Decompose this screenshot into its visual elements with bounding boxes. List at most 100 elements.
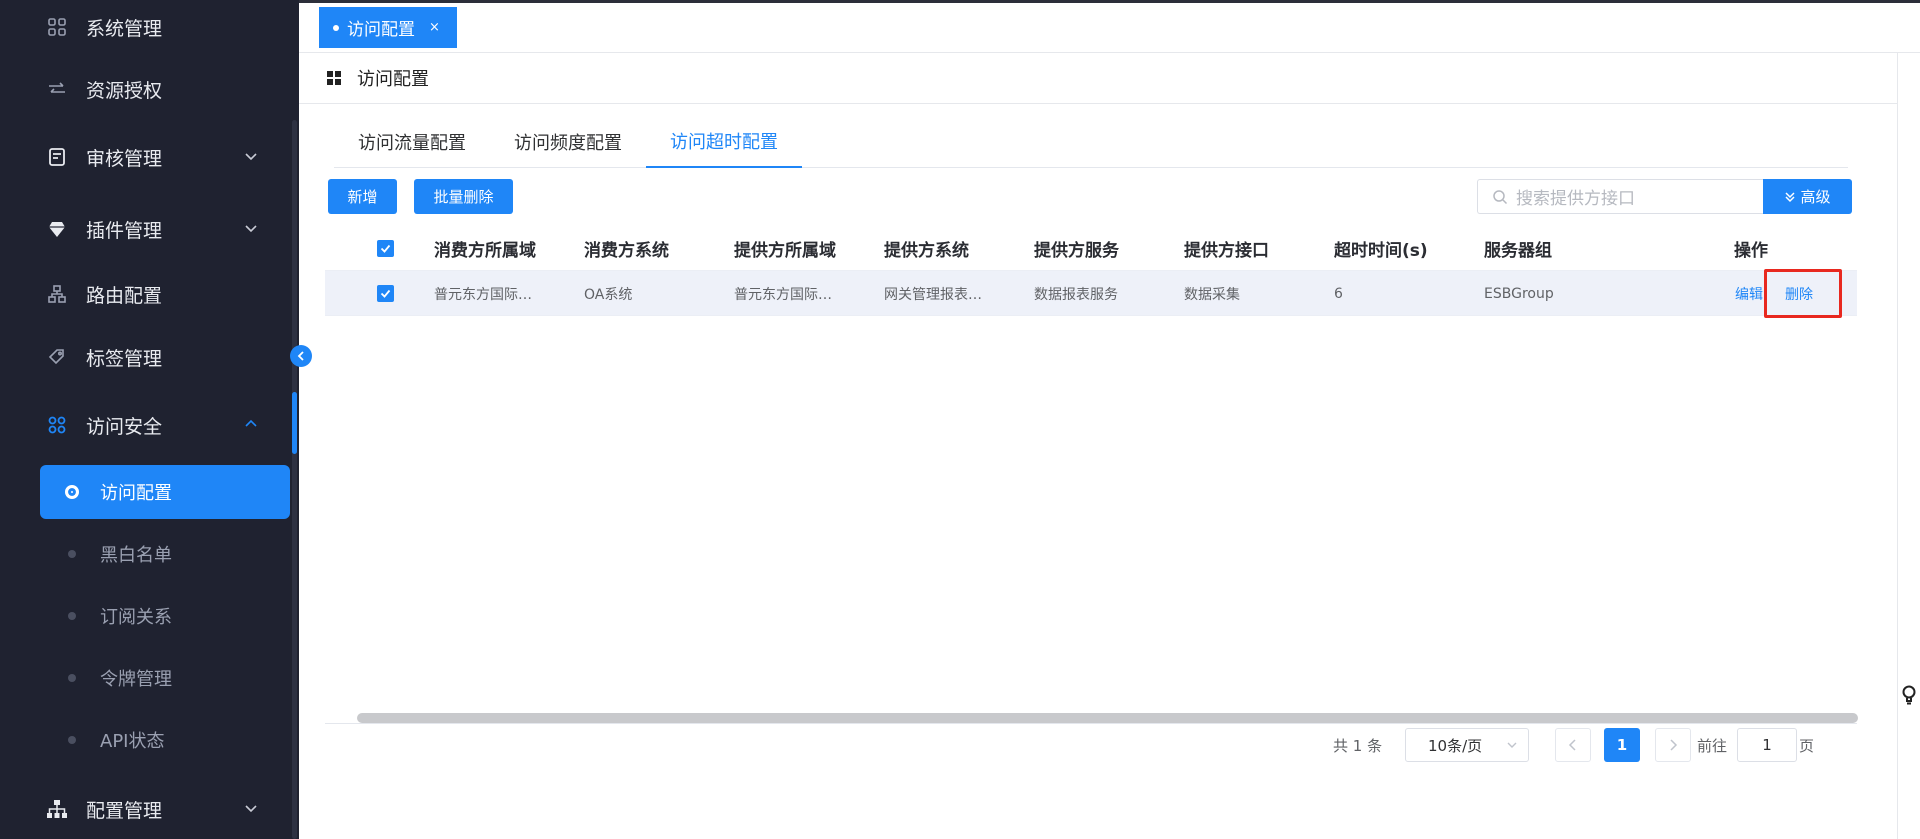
row-checkbox[interactable] [377, 271, 394, 316]
batch-delete-button[interactable]: 批量删除 [414, 179, 513, 214]
sidebar-subitem-subscription[interactable]: 订阅关系 [40, 589, 290, 643]
table-header: 消费方所属域 消费方系统 提供方所属域 提供方系统 提供方服务 提供方接口 超时… [325, 226, 1857, 271]
sidebar-subitem-token[interactable]: 令牌管理 [40, 651, 290, 705]
search-placeholder: 搜索提供方接口 [1516, 189, 1635, 209]
check-icon [380, 244, 391, 253]
table-cell: 网关管理报表… [884, 286, 982, 303]
collapse-sidebar-button[interactable] [290, 345, 312, 367]
sidebar-item-label: 访问安全 [86, 415, 163, 438]
open-tabs-bar: 访问配置 × [299, 3, 1920, 53]
sidebar-item-access-security[interactable]: 访问安全 [0, 396, 292, 454]
chevron-down-icon [1507, 742, 1517, 748]
column-header: 提供方接口 [1184, 241, 1269, 261]
edit-link[interactable]: 编辑 [1735, 271, 1763, 316]
table-cell: 6 [1334, 285, 1343, 302]
column-header: 提供方服务 [1034, 241, 1119, 261]
grid-icon [46, 16, 68, 38]
checkbox[interactable] [377, 240, 394, 257]
goto-page-input[interactable]: 1 [1737, 728, 1797, 762]
goto-label: 前往 [1697, 736, 1728, 755]
scrollbar-thumb[interactable] [292, 392, 297, 454]
double-chevron-down-icon [1785, 191, 1796, 202]
table-cell: ESBGroup [1484, 285, 1554, 302]
table-row[interactable]: 普元东方国际… OA系统 普元东方国际… 网关管理报表… 数据报表服务 数据采集… [325, 271, 1857, 316]
network-icon [46, 283, 68, 305]
check-icon [380, 289, 391, 298]
prev-page-button[interactable] [1555, 728, 1591, 762]
select-all-checkbox[interactable] [377, 226, 394, 271]
sidebar-subitem-label: 访问配置 [100, 483, 172, 504]
table-cell: OA系统 [584, 286, 633, 303]
checkbox[interactable] [377, 285, 394, 302]
tab-frequency-config[interactable]: 访问频度配置 [490, 116, 646, 168]
column-header: 消费方系统 [584, 241, 669, 261]
tab-traffic-config[interactable]: 访问流量配置 [334, 116, 490, 168]
sidebar-item-plugin[interactable]: 插件管理 [0, 200, 292, 258]
tree-icon [46, 798, 68, 820]
sidebar-subitem-label: 令牌管理 [100, 669, 172, 690]
sidebar-subitem-label: 订阅关系 [100, 607, 172, 628]
tab-timeout-config[interactable]: 访问超时配置 [646, 116, 802, 168]
sidebar-item-audit[interactable]: 审核管理 [0, 128, 292, 186]
open-tab-label: 访问配置 [347, 20, 415, 40]
search-input[interactable]: 搜索提供方接口 [1477, 179, 1763, 214]
bullet-icon [68, 736, 76, 744]
chevron-down-icon [245, 805, 257, 813]
column-header: 操作 [1734, 241, 1768, 261]
horizontal-scrollbar[interactable] [357, 713, 1858, 723]
page-header: 访问配置 [299, 53, 1897, 104]
table-cell: 数据报表服务 [1034, 286, 1118, 303]
arrows-icon [46, 78, 68, 100]
sidebar-item-label: 资源授权 [86, 79, 163, 102]
page-number-current[interactable]: 1 [1604, 728, 1640, 762]
sidebar-subitem-blackwhite-list[interactable]: 黑白名单 [40, 527, 290, 581]
chevron-left-icon [1568, 739, 1576, 751]
open-tab-access-config[interactable]: 访问配置 × [319, 7, 457, 48]
bullet-icon [68, 674, 76, 682]
edit-link-label[interactable]: 编辑 [1735, 284, 1763, 304]
close-icon[interactable]: × [429, 20, 440, 35]
page-size-select[interactable]: 10条/页 [1405, 728, 1529, 762]
column-header: 消费方所属域 [434, 241, 536, 261]
next-page-button[interactable] [1655, 728, 1691, 762]
sidebar-item-config[interactable]: 配置管理 [0, 780, 292, 838]
advanced-search-button[interactable]: 高级 [1763, 179, 1852, 214]
column-header: 提供方所属域 [734, 241, 836, 261]
sidebar-scrollbar[interactable] [292, 120, 297, 839]
sidebar-item-system[interactable]: 系统管理 [0, 0, 292, 56]
sidebar-subitem-access-config[interactable]: 访问配置 [40, 465, 290, 519]
sidebar-subitem-label: 黑白名单 [100, 545, 172, 566]
bullet-icon [68, 612, 76, 620]
pagination-total: 共 1 条 [1333, 736, 1383, 755]
lightbulb-icon[interactable] [1900, 684, 1918, 706]
page-title: 访问配置 [357, 69, 429, 90]
highlight-annotation [1764, 269, 1842, 318]
sidebar-item-tags[interactable]: 标签管理 [0, 328, 292, 386]
chevron-left-icon [297, 351, 304, 361]
sidebar-item-routing[interactable]: 路由配置 [0, 265, 292, 323]
chevron-right-icon [1670, 739, 1678, 751]
sidebar-item-label: 标签管理 [86, 347, 163, 370]
add-button[interactable]: 新增 [328, 179, 397, 214]
bullet-icon [68, 550, 76, 558]
sidebar: 系统管理 资源授权 审核管理 插件管理 路由配置 标签管理 访问安全 访问配置 … [0, 0, 299, 839]
sidebar-item-label: 系统管理 [86, 17, 163, 40]
sidebar-subitem-api-status[interactable]: API状态 [40, 713, 290, 767]
divider [325, 723, 1857, 724]
sidebar-item-resource-auth[interactable]: 资源授权 [0, 60, 292, 118]
apps-icon [46, 414, 68, 436]
sidebar-item-label: 配置管理 [86, 799, 163, 822]
sidebar-item-label: 路由配置 [86, 284, 163, 307]
chevron-down-icon [245, 153, 257, 161]
column-header: 提供方系统 [884, 241, 969, 261]
advanced-label: 高级 [1800, 188, 1831, 206]
table-cell: 普元东方国际… [434, 286, 532, 303]
chevron-down-icon [245, 225, 257, 233]
page-size-value: 10条/页 [1428, 736, 1483, 755]
page-suffix-label: 页 [1799, 736, 1815, 755]
tag-icon [46, 346, 68, 368]
table-cell: 普元东方国际… [734, 286, 832, 303]
sub-tabs: 访问流量配置 访问频度配置 访问超时配置 [334, 116, 1848, 168]
sidebar-subitem-label: API状态 [100, 731, 165, 752]
audit-icon [46, 146, 68, 168]
